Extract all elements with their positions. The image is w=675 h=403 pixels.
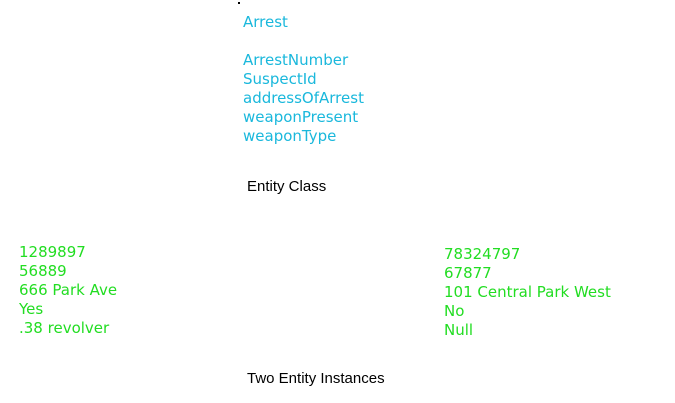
instance-2-suspect-id: 67877 <box>444 264 492 282</box>
class-name: Arrest <box>243 13 288 31</box>
dot-marker <box>238 2 240 4</box>
instance-2-weapon-type: Null <box>444 321 474 339</box>
attribute-arrest-number: ArrestNumber <box>243 51 349 69</box>
instance-1-address: 666 Park Ave <box>19 281 118 299</box>
attribute-weapon-type: weaponType <box>243 127 337 145</box>
instance-2-address: 101 Central Park West <box>444 283 611 301</box>
entity-instances-caption: Two Entity Instances <box>247 370 385 387</box>
instance-1-weapon-present: Yes <box>19 300 44 318</box>
attribute-address-of-arrest: addressOfArrest <box>243 89 364 107</box>
instance-2-weapon-present: No <box>444 302 465 320</box>
entity-class-caption: Entity Class <box>247 178 327 195</box>
instance-1-arrest-number: 1289897 <box>19 243 86 261</box>
entity-instance-2: 78324797 67877 101 Central Park West No … <box>444 245 611 340</box>
attribute-weapon-present: weaponPresent <box>243 108 359 126</box>
instance-1-weapon-type: .38 revolver <box>19 319 110 337</box>
entity-instance-1: 1289897 56889 666 Park Ave Yes .38 revol… <box>19 243 117 338</box>
attribute-suspect-id: SuspectId <box>243 70 317 88</box>
instance-1-suspect-id: 56889 <box>19 262 67 280</box>
instance-2-arrest-number: 78324797 <box>444 245 521 263</box>
entity-class-definition: Arrest ArrestNumber SuspectId addressOfA… <box>243 13 364 146</box>
